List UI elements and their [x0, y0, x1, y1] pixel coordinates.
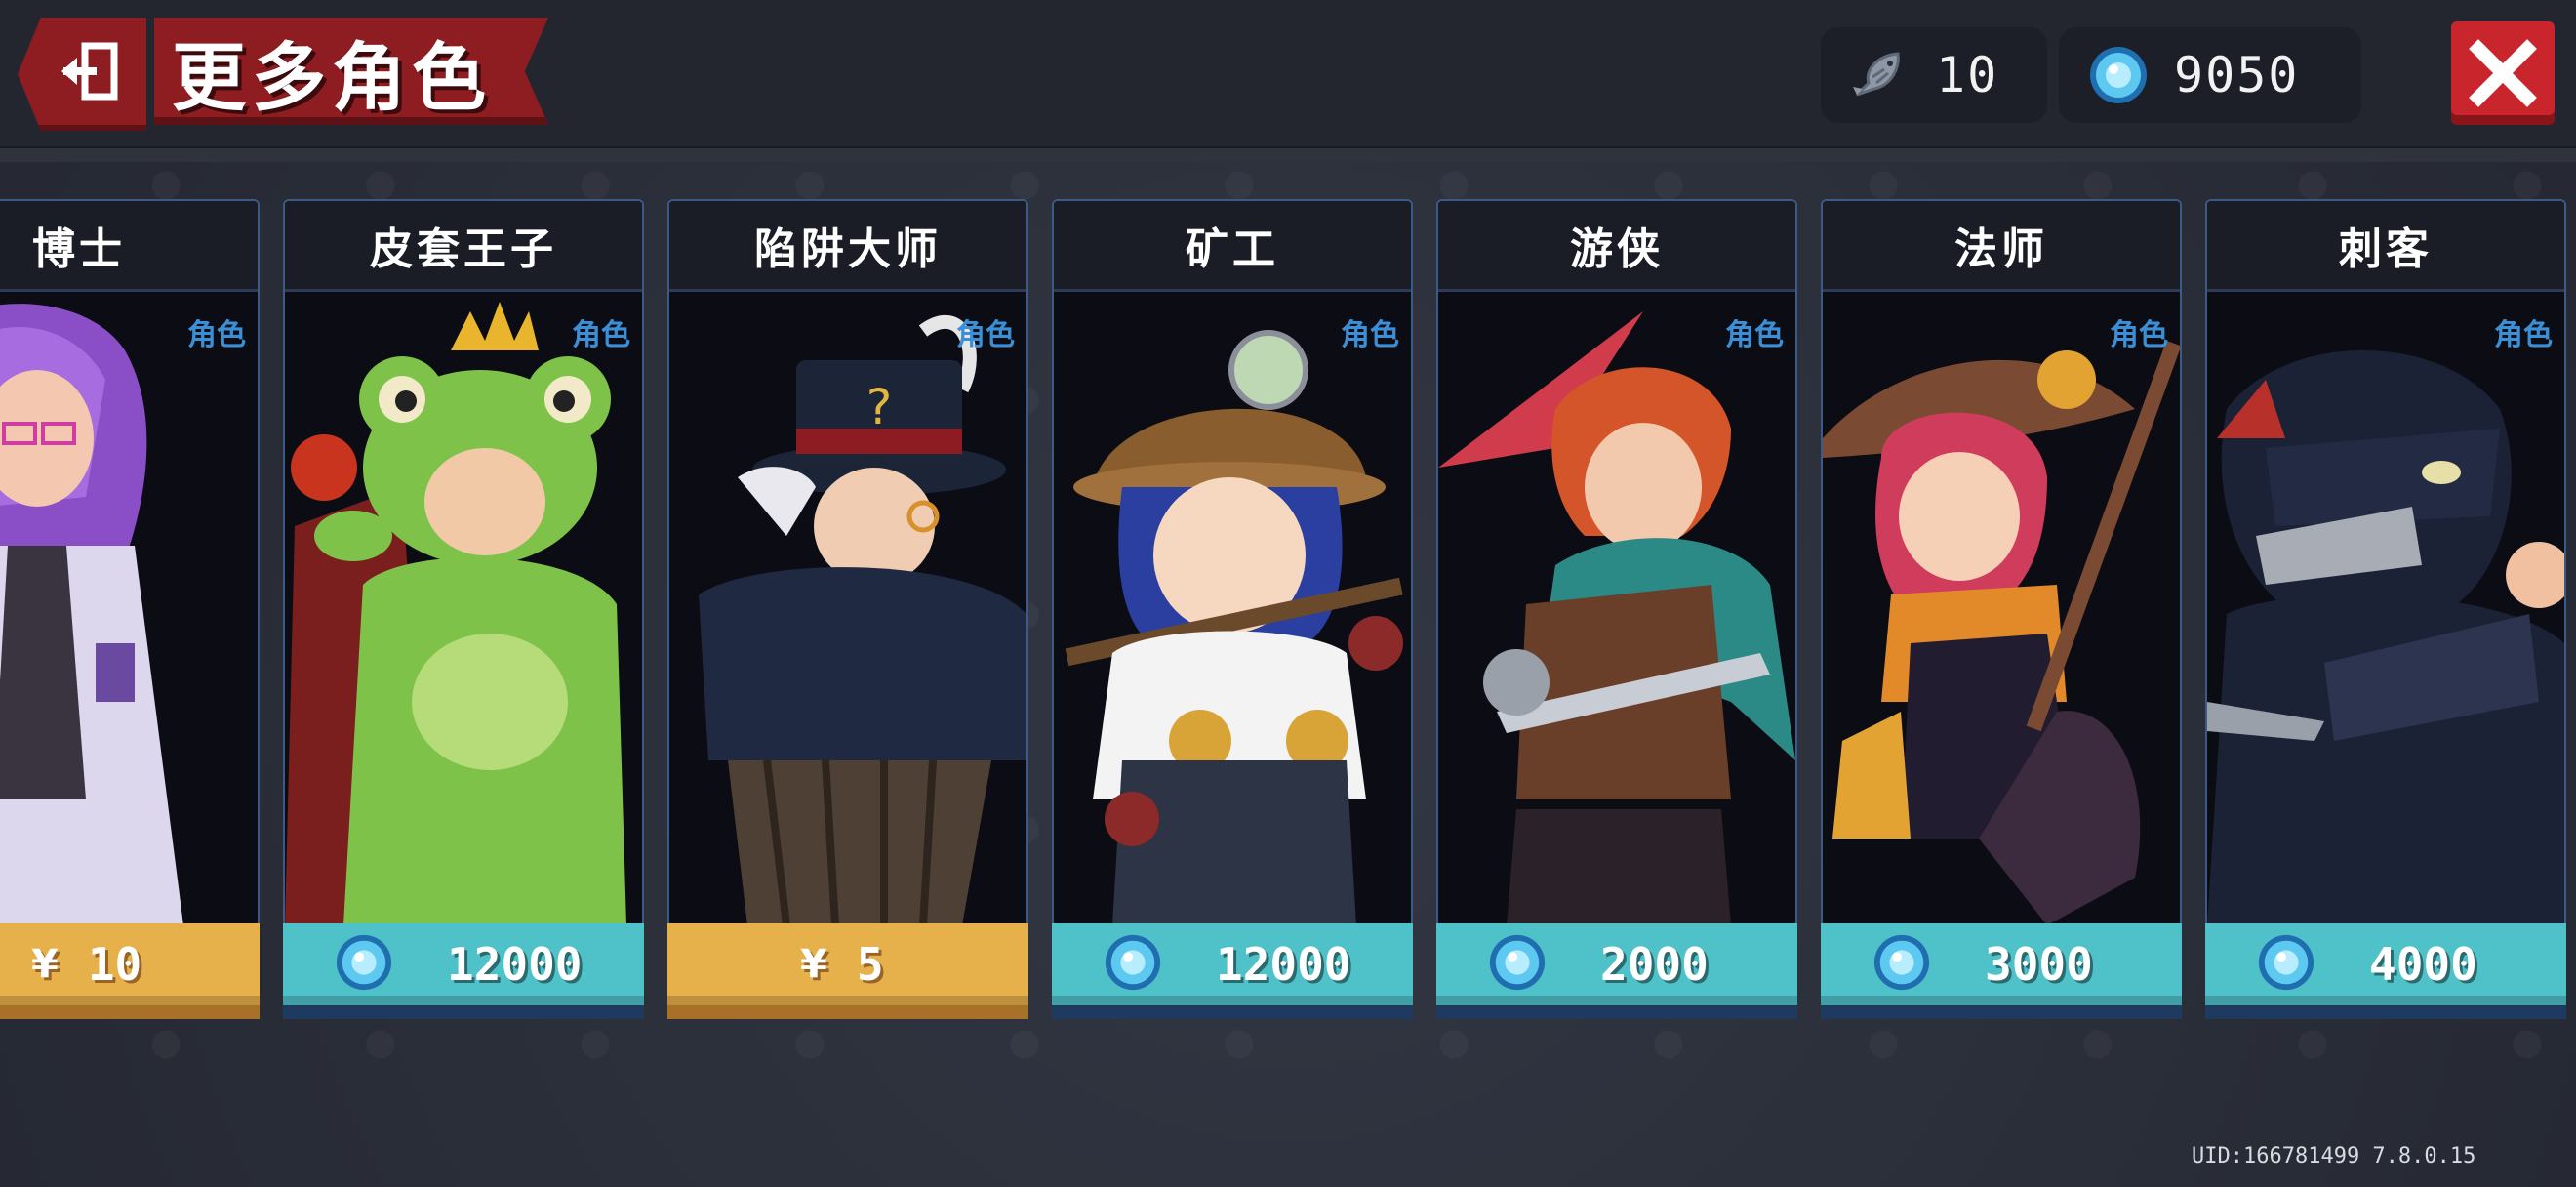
price-button[interactable]: 12000	[283, 923, 644, 1005]
card-header: 刺客	[2207, 201, 2564, 292]
character-card-assassin[interactable]: 刺客角色 4000	[2205, 199, 2566, 1019]
price-amount: 10	[87, 938, 142, 991]
price-button[interactable]: 3000	[1821, 923, 2182, 1005]
close-button[interactable]	[2451, 21, 2555, 125]
character-portrait	[0, 292, 258, 925]
price-button-shadow	[283, 1005, 644, 1019]
role-tag: 角色	[1341, 318, 1399, 352]
character-card-mage[interactable]: 法师角色 3000	[1821, 199, 2182, 1019]
price-button-shadow	[1052, 1005, 1413, 1019]
card-header: 游侠	[1438, 201, 1795, 292]
character-name: 皮套王子	[370, 225, 557, 274]
card-header: 矿工	[1054, 201, 1411, 292]
blue-gem-icon	[1103, 932, 1163, 997]
price-amount: 5	[856, 938, 884, 991]
character-portrait	[1438, 292, 1795, 925]
price-button-shadow	[1821, 1005, 2182, 1019]
card-frame: 矿工角色	[1052, 199, 1413, 927]
back-button[interactable]	[18, 18, 146, 131]
price-amount: 4000	[2369, 938, 2477, 991]
price-amount: 2000	[1600, 938, 1709, 991]
price-amount: 3000	[1985, 938, 2093, 991]
character-card-ranger[interactable]: 游侠角色 2000	[1436, 199, 1797, 1019]
role-tag: 角色	[1725, 318, 1784, 352]
character-name: 矿工	[1186, 225, 1279, 274]
blue-gem-icon	[2256, 932, 2316, 997]
character-portrait: ?	[669, 292, 1026, 925]
character-portrait	[285, 292, 642, 925]
title-banner: 更多角色	[154, 18, 548, 125]
price-button[interactable]: ¥10	[0, 923, 260, 1005]
role-tag: 角色	[187, 318, 246, 352]
price-button[interactable]: ¥5	[667, 923, 1028, 1005]
character-portrait	[1823, 292, 2180, 925]
character-card-doctor[interactable]: 博士 角色 ¥10	[0, 199, 260, 1019]
character-card-trap-master[interactable]: ? 陷阱大师 角色 ¥5	[667, 199, 1028, 1019]
fish-counter: 10	[1821, 27, 2047, 123]
card-header: 皮套王子	[285, 201, 642, 292]
card-frame: ? 陷阱大师角色	[667, 199, 1028, 927]
blue-gem-icon	[1872, 932, 1932, 997]
role-tag: 角色	[956, 318, 1015, 352]
currency-symbol: ¥	[800, 942, 827, 987]
close-x-icon	[2469, 39, 2537, 107]
character-portrait	[1054, 292, 1411, 925]
price-button-shadow	[1436, 1005, 1797, 1019]
card-frame: 博士角色	[0, 199, 260, 927]
card-header: 陷阱大师	[669, 201, 1026, 292]
price-button[interactable]: 4000	[2205, 923, 2566, 1005]
card-frame: 游侠角色	[1436, 199, 1797, 927]
svg-text:?: ?	[866, 379, 893, 435]
price-amount: 12000	[447, 938, 583, 991]
price-amount: 12000	[1216, 938, 1351, 991]
exit-door-icon	[61, 42, 118, 101]
character-card-frog-prince[interactable]: 皮套王子角色 12000	[283, 199, 644, 1019]
header-divider	[0, 148, 2576, 162]
gem-counter: 9050	[2059, 27, 2361, 123]
blue-gem-icon	[2084, 41, 2153, 109]
card-frame: 法师角色	[1821, 199, 2182, 927]
card-header: 博士	[0, 201, 258, 292]
gem-count: 9050	[2174, 47, 2300, 103]
card-frame: 皮套王子角色	[283, 199, 644, 927]
blue-gem-icon	[334, 932, 394, 997]
top-bar: 更多角色 10 9050	[0, 0, 2576, 152]
role-tag: 角色	[2494, 318, 2553, 352]
character-name: 游侠	[1570, 225, 1664, 274]
character-name: 法师	[1954, 225, 2048, 274]
price-button[interactable]: 2000	[1436, 923, 1797, 1005]
character-card-miner[interactable]: 矿工角色 12000	[1052, 199, 1413, 1019]
price-button-shadow	[0, 1005, 260, 1019]
price-button[interactable]: 12000	[1052, 923, 1413, 1005]
page-title: 更多角色	[172, 34, 492, 121]
fish-count: 10	[1936, 47, 1999, 103]
price-button-shadow	[667, 1005, 1028, 1019]
role-tag: 角色	[2110, 318, 2168, 352]
uid-version: UID:166781499 7.8.0.15	[2192, 1144, 2476, 1168]
blue-gem-icon	[1487, 932, 1548, 997]
card-frame: 刺客角色	[2205, 199, 2566, 927]
character-name: 刺客	[2339, 225, 2433, 274]
character-portrait	[2207, 292, 2564, 925]
card-header: 法师	[1823, 201, 2180, 292]
shop-screen: 更多角色 10 9050 博士 角色 ¥ 10 皮套王子 角色 12000 ? …	[0, 0, 2576, 1187]
role-tag: 角色	[572, 318, 630, 352]
character-name: 博士	[32, 225, 126, 274]
price-button-shadow	[2205, 1005, 2566, 1019]
character-name: 陷阱大师	[754, 225, 942, 274]
fish-icon	[1846, 41, 1914, 109]
currency-symbol: ¥	[31, 942, 59, 987]
